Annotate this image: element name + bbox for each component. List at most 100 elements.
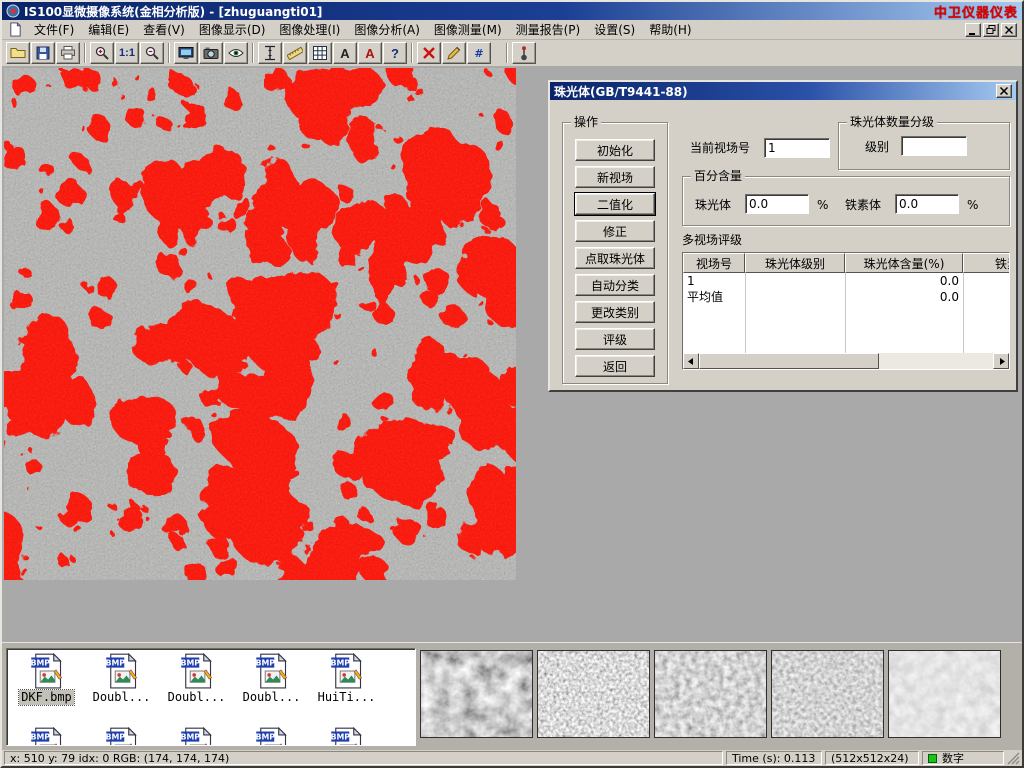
resize-grip-icon[interactable] — [1007, 752, 1020, 765]
probe-icon — [516, 45, 532, 61]
pick-pearlite-button[interactable]: 点取珠光体 — [575, 247, 655, 269]
file-item[interactable] — [9, 727, 84, 746]
thumbnail-image[interactable] — [537, 650, 650, 738]
zoom-out-button[interactable] — [140, 42, 164, 64]
change-class-button[interactable]: 更改类别 — [575, 301, 655, 323]
correct-button[interactable]: 修正 — [575, 220, 655, 242]
arrow-right-icon — [998, 358, 1005, 365]
col-pearlite-level[interactable]: 珠光体级别 — [745, 253, 845, 273]
text-icon: A — [340, 47, 349, 60]
file-item[interactable] — [234, 727, 309, 746]
ruler-button[interactable] — [283, 42, 307, 64]
dialog-close-button[interactable] — [996, 84, 1012, 98]
bmp-file-icon — [254, 727, 290, 746]
text-button[interactable]: A — [333, 42, 357, 64]
help-button[interactable]: ? — [383, 42, 407, 64]
actual-size-icon: 1:1 — [119, 48, 135, 59]
file-item[interactable] — [84, 727, 159, 746]
preview-button[interactable] — [224, 42, 248, 64]
delete-button[interactable] — [417, 42, 441, 64]
col-ferrite[interactable]: 铁素体 — [963, 253, 1010, 273]
save-button[interactable] — [31, 42, 55, 64]
table-row[interactable]: 1 0.0 — [683, 273, 1010, 289]
menu-item-settings[interactable]: 设置(S) — [587, 19, 642, 40]
menu-item-measure-report[interactable]: 测量报告(P) — [509, 19, 588, 40]
print-button[interactable] — [56, 42, 80, 64]
rating-table-label: 多视场评级 — [682, 230, 742, 250]
file-item[interactable] — [159, 727, 234, 746]
open-button[interactable] — [6, 42, 30, 64]
grid-button[interactable] — [308, 42, 332, 64]
toolbar: 1:1 A A ? # — [2, 40, 1022, 66]
micrograph-image[interactable] — [4, 68, 516, 580]
file-item[interactable] — [309, 727, 384, 746]
file-row-partial — [9, 727, 384, 746]
thumbnail-image[interactable] — [420, 650, 533, 738]
col-pearlite-content[interactable]: 珠光体含量(%) — [845, 253, 963, 273]
file-browser[interactable]: DKF.bmp Doubl... Doubl... Doubl... HuiTi… — [6, 648, 416, 746]
rating-table[interactable]: 视场号 珠光体级别 珠光体含量(%) 铁素体 1 0.0 — [682, 252, 1010, 370]
annotate-button[interactable] — [442, 42, 466, 64]
scroll-left-button[interactable] — [683, 353, 699, 369]
thumbnail-image[interactable] — [654, 650, 767, 738]
scroll-right-button[interactable] — [993, 353, 1009, 369]
count-button[interactable]: # — [467, 42, 491, 64]
init-button[interactable]: 初始化 — [575, 139, 655, 161]
caliper-button[interactable] — [258, 42, 282, 64]
thumbnail-image[interactable] — [888, 650, 1001, 738]
menu-item-edit[interactable]: 编辑(E) — [81, 19, 136, 40]
ruler-icon — [287, 45, 303, 61]
camera-button[interactable] — [199, 42, 223, 64]
actual-size-button[interactable]: 1:1 — [115, 42, 139, 64]
col-field-no[interactable]: 视场号 — [683, 253, 745, 273]
pearlite-percent-input[interactable] — [745, 194, 809, 214]
current-field-input[interactable] — [764, 138, 830, 158]
zoom-in-button[interactable] — [90, 42, 114, 64]
menu-item-image-measure[interactable]: 图像测量(M) — [427, 19, 509, 40]
capture-icon — [178, 45, 194, 61]
menu-item-image-process[interactable]: 图像处理(I) — [272, 19, 347, 40]
menu-item-image-display[interactable]: 图像显示(D) — [192, 19, 273, 40]
file-item[interactable]: Doubl... — [84, 653, 159, 705]
thumbnail-strip — [420, 650, 1001, 738]
table-row[interactable]: 平均值 0.0 — [683, 289, 1010, 305]
mdi-minimize-button[interactable] — [965, 23, 981, 37]
document-system-icon[interactable] — [8, 22, 23, 37]
grading-group: 珠光体数量分级 级别 — [838, 122, 1010, 170]
menu-item-help[interactable]: 帮助(H) — [642, 19, 698, 40]
mdi-close-button[interactable] — [1001, 23, 1017, 37]
font-button[interactable]: A — [358, 42, 382, 64]
file-item[interactable]: Doubl... — [234, 653, 309, 705]
binarize-button[interactable]: 二值化 — [575, 193, 655, 215]
table-hscrollbar[interactable] — [683, 353, 1009, 369]
file-item[interactable]: HuiTi... — [309, 653, 384, 705]
scrollbar-thumb[interactable] — [699, 353, 879, 369]
dialog-body: 操作 初始化 新视场 二值化 修正 点取珠光体 自动分类 更改类别 评级 返回 … — [550, 100, 1016, 390]
app-window: IS100显微摄像系统(金相分析版) - [zhuguangti01] 中卫仪器… — [0, 0, 1024, 768]
cell-field-no: 平均值 — [687, 289, 743, 305]
capture-button[interactable] — [174, 42, 198, 64]
auto-classify-button[interactable]: 自动分类 — [575, 274, 655, 296]
rating-table-header: 视场号 珠光体级别 珠光体含量(%) 铁素体 — [683, 253, 1010, 273]
dialog-title-bar[interactable]: 珠光体(GB/T9441-88) — [550, 82, 1016, 100]
window-title: IS100显微摄像系统(金相分析版) - [zhuguangti01] — [24, 3, 322, 20]
file-item[interactable]: DKF.bmp — [9, 653, 84, 705]
level-input[interactable] — [901, 136, 967, 156]
probe-button[interactable] — [512, 42, 536, 64]
new-field-button[interactable]: 新视场 — [575, 166, 655, 188]
title-bar[interactable]: IS100显微摄像系统(金相分析版) - [zhuguangti01] 中卫仪器… — [2, 2, 1022, 20]
rate-button[interactable]: 评级 — [575, 328, 655, 350]
mdi-restore-button[interactable] — [983, 23, 999, 37]
zoom-in-icon — [94, 45, 110, 61]
return-button[interactable]: 返回 — [575, 355, 655, 377]
mdi-window-controls — [965, 23, 1020, 37]
file-item[interactable]: Doubl... — [159, 653, 234, 705]
menu-item-file[interactable]: 文件(F) — [27, 19, 81, 40]
toolbar-separator — [252, 43, 254, 63]
menu-item-image-analysis[interactable]: 图像分析(A) — [347, 19, 427, 40]
ferrite-percent-input[interactable] — [895, 194, 959, 214]
thumbnail-image[interactable] — [771, 650, 884, 738]
font-icon: A — [365, 47, 374, 60]
pearlite-dialog[interactable]: 珠光体(GB/T9441-88) 操作 初始化 新视场 二值化 修正 点取珠光体… — [548, 80, 1018, 392]
menu-item-view[interactable]: 查看(V) — [136, 19, 192, 40]
